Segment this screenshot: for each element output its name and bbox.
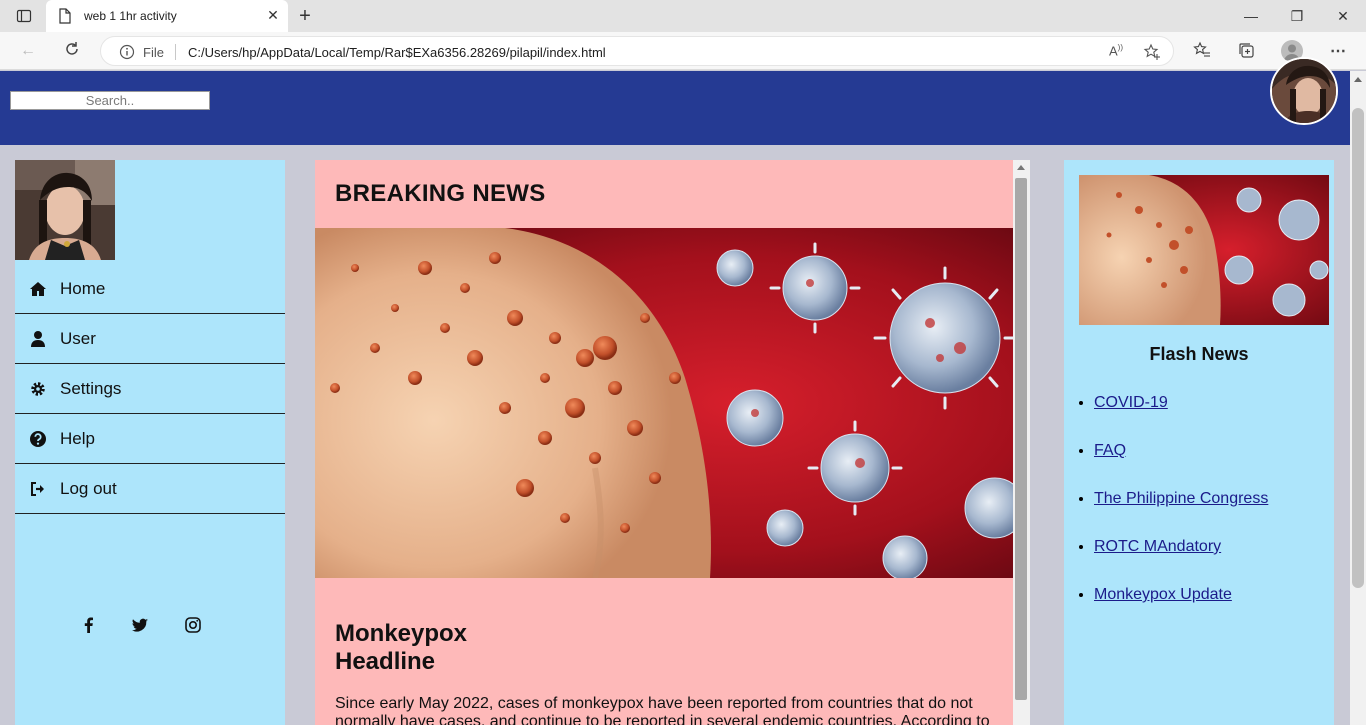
sidebar-item-label: Settings xyxy=(60,379,122,398)
page-title: BREAKING NEWS xyxy=(335,180,546,207)
browser-tab-bar: web 1 1hr activity ✕ + — ❐ ✕ xyxy=(0,0,1366,32)
read-aloud-icon[interactable]: A)) xyxy=(1107,43,1125,61)
back-icon[interactable]: ← xyxy=(18,41,38,61)
page-scrollbar[interactable] xyxy=(1350,71,1366,725)
site-header xyxy=(0,57,1350,145)
browser-toolbar: ← File C:/Users/hp/AppData/Local/Temp/Ra… xyxy=(0,32,1366,70)
sidebar-item-help[interactable]: Help xyxy=(15,414,285,464)
right-sidebar: Flash News COVID-19 FAQ The Philippine C… xyxy=(1064,160,1334,725)
flash-news-image xyxy=(1079,175,1329,325)
flash-news-link[interactable]: FAQ xyxy=(1094,442,1126,459)
twitter-icon[interactable] xyxy=(130,615,150,635)
browser-tab[interactable]: web 1 1hr activity ✕ xyxy=(46,0,288,32)
address-url[interactable]: C:/Users/hp/AppData/Local/Temp/Rar$EXa63… xyxy=(188,45,606,60)
collections-icon[interactable] xyxy=(1235,41,1257,63)
facebook-icon[interactable] xyxy=(79,615,99,635)
tab-title: web 1 1hr activity xyxy=(84,9,177,23)
close-window-icon[interactable]: ✕ xyxy=(1333,6,1353,26)
sidebar-item-home[interactable]: Home xyxy=(15,264,285,314)
more-options-icon[interactable]: ⋯ xyxy=(1327,41,1349,63)
address-bar[interactable]: File C:/Users/hp/AppData/Local/Temp/Rar$… xyxy=(100,36,1174,66)
new-tab-icon[interactable]: + xyxy=(294,5,316,27)
restore-icon[interactable]: ❐ xyxy=(1287,6,1307,26)
scrollbar-thumb[interactable] xyxy=(1015,178,1027,700)
list-item: Monkeypox Update xyxy=(1094,586,1268,634)
refresh-icon[interactable] xyxy=(62,41,82,61)
sign-out-icon xyxy=(29,480,47,498)
favorites-icon[interactable] xyxy=(1191,41,1213,63)
home-icon xyxy=(29,280,47,298)
sidebar-item-label: Help xyxy=(60,429,95,448)
sidebar-item-settings[interactable]: Settings xyxy=(15,364,285,414)
scroll-up-icon[interactable] xyxy=(1017,165,1025,170)
flash-news-title: Flash News xyxy=(1149,344,1249,364)
user-icon xyxy=(29,330,47,348)
list-item: FAQ xyxy=(1094,442,1268,490)
article-headline: Monkeypox Headline xyxy=(335,620,468,675)
tab-actions-icon[interactable] xyxy=(16,8,32,29)
main-content: BREAKING NEWS Monkeypox Headline Since e… xyxy=(315,160,1030,725)
profile-photo xyxy=(15,160,115,260)
question-circle-icon xyxy=(29,430,47,448)
sidebar-item-user[interactable]: User xyxy=(15,314,285,364)
info-icon[interactable] xyxy=(119,44,135,65)
flash-news-link[interactable]: ROTC MAndatory xyxy=(1094,538,1221,555)
article-body: Since early May 2022, cases of monkeypox… xyxy=(335,695,990,725)
scroll-up-icon[interactable] xyxy=(1354,77,1362,82)
search-input[interactable] xyxy=(10,91,210,110)
hero-image xyxy=(315,228,1013,578)
gear-icon xyxy=(29,380,47,398)
sidebar-item-label: Home xyxy=(60,279,106,298)
sidebar-nav: Home User Settings Help Log out xyxy=(15,264,285,514)
sidebar-item-label: Log out xyxy=(60,479,117,498)
add-favorite-icon[interactable] xyxy=(1143,43,1161,61)
header-avatar[interactable] xyxy=(1270,57,1338,125)
main-scrollbar[interactable] xyxy=(1013,160,1030,725)
list-item: ROTC MAndatory xyxy=(1094,538,1268,586)
page-icon xyxy=(58,8,72,29)
left-sidebar: Home User Settings Help Log out xyxy=(15,160,285,725)
flash-news-link[interactable]: The Philippine Congress xyxy=(1094,490,1268,507)
sidebar-item-label: User xyxy=(60,329,96,348)
sidebar-item-logout[interactable]: Log out xyxy=(15,464,285,514)
flash-news-link[interactable]: Monkeypox Update xyxy=(1094,586,1232,603)
address-scheme: File xyxy=(143,45,164,60)
instagram-icon[interactable] xyxy=(183,615,203,635)
minimize-icon[interactable]: — xyxy=(1241,6,1261,26)
list-item: The Philippine Congress xyxy=(1094,490,1268,538)
flash-news-link[interactable]: COVID-19 xyxy=(1094,394,1168,411)
scrollbar-thumb[interactable] xyxy=(1352,108,1364,588)
address-divider xyxy=(175,44,176,60)
flash-news-list: COVID-19 FAQ The Philippine Congress ROT… xyxy=(1094,394,1268,634)
list-item: COVID-19 xyxy=(1094,394,1268,442)
close-tab-icon[interactable]: ✕ xyxy=(264,6,282,24)
